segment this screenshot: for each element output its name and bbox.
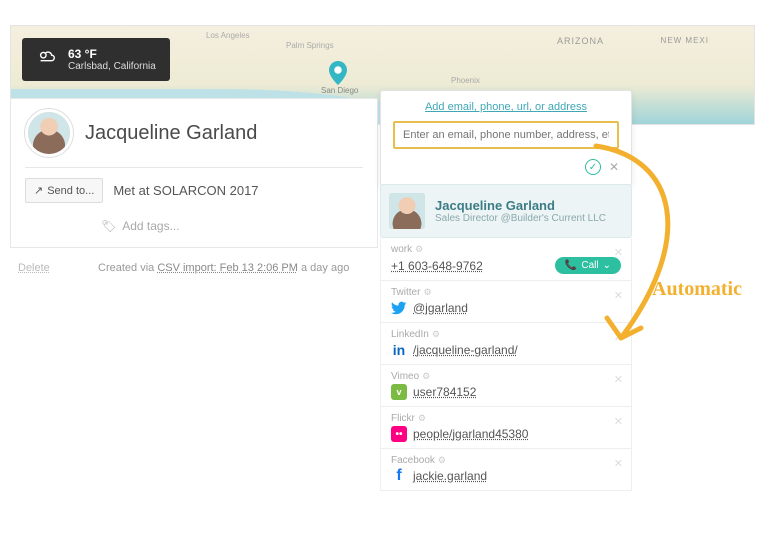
twitter-link[interactable]: @jgarland: [413, 301, 468, 315]
detail-label: Vimeo: [391, 371, 419, 382]
contact-subtitle: Met at SOLARCON 2017: [113, 183, 258, 198]
detail-label: work: [391, 244, 412, 255]
phone-link[interactable]: +1 603-648-9762: [391, 259, 483, 273]
remove-icon[interactable]: ✕: [614, 415, 623, 428]
map-label-palmsprings: Palm Springs: [286, 41, 334, 50]
weather-location: Carlsbad, California: [68, 61, 156, 72]
send-to-button[interactable]: ↗ Send to...: [25, 178, 103, 203]
linkedin-link[interactable]: /jacqueline-garland/: [413, 343, 518, 357]
remove-icon[interactable]: ✕: [614, 331, 623, 344]
call-label: Call: [581, 260, 598, 271]
detail-flickr: Flickr ⚙ •• people/jgarland45380 ✕: [380, 407, 632, 449]
facebook-link[interactable]: jackie.garland: [413, 469, 487, 483]
map-label-arizona: ARIZONA: [557, 36, 604, 46]
share-icon: ↗: [34, 184, 43, 197]
contact-details: Jacqueline Garland Sales Director @Build…: [380, 174, 632, 491]
created-suffix: a day ago: [298, 262, 349, 274]
facebook-icon: f: [391, 468, 407, 484]
profile-name: Jacqueline Garland: [435, 198, 606, 213]
profile-title: Sales Director @Builder's Current LLC: [435, 213, 606, 224]
gear-icon[interactable]: ⚙: [415, 244, 423, 255]
gear-icon[interactable]: ⚙: [438, 455, 446, 466]
annotation: Automatic: [652, 278, 742, 301]
add-tags-label: Add tags...: [122, 219, 179, 233]
remove-icon[interactable]: ✕: [614, 289, 623, 302]
created-prefix: Created via: [98, 262, 157, 274]
gear-icon[interactable]: ⚙: [418, 413, 426, 424]
weather-widget: 63 °F Carlsbad, California: [22, 38, 170, 81]
add-tags-button[interactable]: 🏷 Add tags...: [11, 213, 377, 239]
add-contact-popup: Add email, phone, url, or address ✓ ✕: [380, 90, 632, 186]
detail-label: Flickr: [391, 413, 415, 424]
profile-avatar: [389, 193, 425, 229]
detail-linkedin: LinkedIn ⚙ in /jacqueline-garland/ ✕: [380, 323, 632, 365]
chevron-down-icon: ⌄: [603, 260, 611, 271]
annotation-text: Automatic: [652, 278, 742, 300]
contact-avatar: [25, 109, 73, 157]
remove-icon[interactable]: ✕: [614, 457, 623, 470]
contact-card: Jacqueline Garland ↗ Send to... Met at S…: [10, 98, 378, 248]
map-label-losangeles: Los Angeles: [206, 31, 250, 40]
gear-icon[interactable]: ⚙: [422, 371, 430, 382]
cancel-icon[interactable]: ✕: [609, 160, 619, 174]
detail-label: LinkedIn: [391, 329, 429, 340]
confirm-icon[interactable]: ✓: [585, 159, 601, 175]
flickr-link[interactable]: people/jgarland45380: [413, 427, 528, 441]
created-text: Created via CSV import: Feb 13 2:06 PM a…: [98, 262, 349, 274]
vimeo-icon: v: [391, 384, 407, 400]
weather-temp: 63 °F: [68, 47, 156, 61]
remove-icon[interactable]: ✕: [614, 373, 623, 386]
call-button[interactable]: 📞 Call ⌄: [555, 257, 621, 274]
map-label-newmexico: NEW MEXI: [661, 36, 709, 45]
flickr-icon: ••: [391, 426, 407, 442]
add-email-phone-link[interactable]: Add email, phone, url, or address: [393, 101, 619, 113]
detail-vimeo: Vimeo ⚙ v user784152 ✕: [380, 365, 632, 407]
map-label-phoenix: Phoenix: [451, 76, 480, 85]
detail-twitter: Twitter ⚙ @jgarland ✕: [380, 281, 632, 323]
detail-label: Twitter: [391, 287, 420, 298]
delete-link[interactable]: Delete: [18, 262, 50, 274]
vimeo-link[interactable]: user784152: [413, 385, 476, 399]
detail-facebook: Facebook ⚙ f jackie.garland ✕: [380, 449, 632, 491]
contact-info-input[interactable]: [393, 121, 619, 149]
weather-icon: [36, 46, 58, 73]
twitter-icon: [391, 300, 407, 316]
map-pin-icon: [329, 61, 347, 90]
linkedin-icon: in: [391, 342, 407, 358]
send-to-label: Send to...: [47, 185, 94, 197]
detail-work: work ⚙ +1 603-648-9762 📞 Call ⌄ ✕: [380, 238, 632, 281]
contact-name: Jacqueline Garland: [85, 122, 257, 145]
remove-icon[interactable]: ✕: [614, 246, 623, 259]
profile-header: Jacqueline Garland Sales Director @Build…: [380, 184, 632, 238]
created-import-link[interactable]: CSV import: Feb 13 2:06 PM: [157, 262, 298, 274]
gear-icon[interactable]: ⚙: [432, 329, 440, 340]
detail-label: Facebook: [391, 455, 435, 466]
phone-icon: 📞: [565, 260, 577, 271]
gear-icon[interactable]: ⚙: [423, 287, 431, 298]
tag-icon: 🏷: [101, 219, 116, 233]
